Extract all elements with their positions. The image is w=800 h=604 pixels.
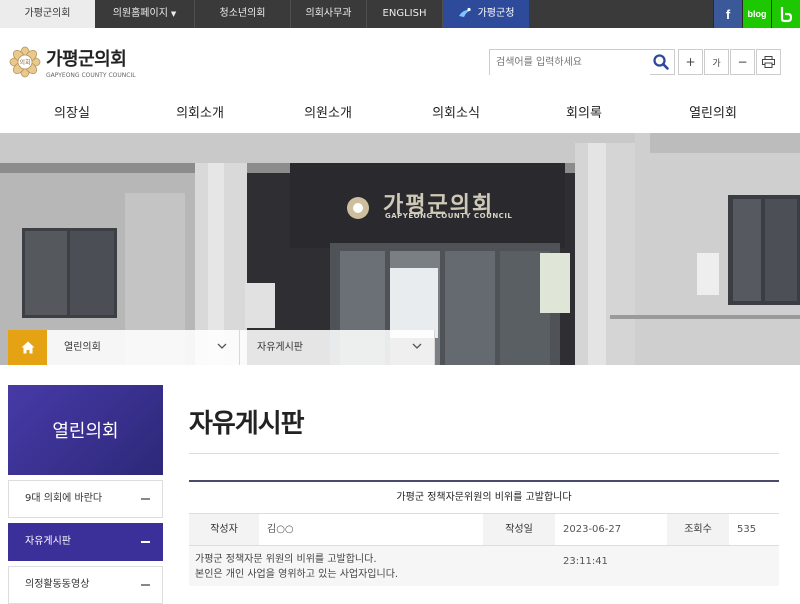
nav-minutes[interactable]: 회의록 xyxy=(566,102,602,121)
chevron-down-icon xyxy=(412,343,422,349)
print-button[interactable] xyxy=(756,49,781,75)
search-input[interactable] xyxy=(490,50,650,75)
text-tools: + 가 − xyxy=(677,49,781,75)
post-title: 가평군 정책자문위원의 비위를 고발합니다 xyxy=(189,480,779,514)
post-body-line: 가평군 정책자문 위원의 비위를 고발합니다. xyxy=(195,554,377,565)
tab-english[interactable]: ENGLISH xyxy=(367,0,443,28)
print-icon xyxy=(762,56,775,68)
breadcrumb-level1[interactable]: 열린의회 xyxy=(47,330,240,365)
home-icon xyxy=(21,341,34,354)
tab-member-homepage[interactable]: 의원홈페이지 ▼ xyxy=(95,0,195,28)
minus-icon xyxy=(141,584,150,586)
caret-down-icon: ▼ xyxy=(170,10,177,18)
logo-title: 가평군의회 xyxy=(46,49,127,70)
post-body-line: 본인은 개인 사업을 영위하고 있는 사업자입니다. xyxy=(195,569,399,580)
tab-county-office[interactable]: 가평군청 xyxy=(443,0,529,28)
main-content: 자유게시판 가평군 정책자문위원의 비위를 고발합니다 작성자 김○○ 작성일 … xyxy=(189,385,779,586)
top-bar: 가평군의회 의원홈페이지 ▼ 청소년의회 의회사무과 ENGLISH 가평군청 f… xyxy=(0,0,800,28)
sidebar-item-activity-video[interactable]: 의정활동동영상 xyxy=(8,566,163,604)
minus-icon xyxy=(141,498,150,500)
zoom-in-button[interactable]: + xyxy=(678,49,703,75)
breadcrumb: 열린의회 자유게시판 xyxy=(0,330,800,365)
search-icon[interactable] xyxy=(652,53,670,71)
sidebar-item-suggestions[interactable]: 9대 의회에 바란다 xyxy=(8,480,163,518)
header: 의회 가평군의회 GAPYEONG COUNTY COUNCIL + 가 − xyxy=(0,28,800,88)
font-reset-button[interactable]: 가 xyxy=(704,49,729,75)
sidebar-item-free-board[interactable]: 자유게시판 xyxy=(8,523,163,561)
band-icon[interactable] xyxy=(771,0,800,28)
breadcrumb-level2[interactable]: 자유게시판 xyxy=(240,330,435,365)
nav-council-intro[interactable]: 의회소개 xyxy=(176,102,224,121)
views-value: 535 xyxy=(737,524,757,535)
gapyeong-logo-icon xyxy=(458,7,471,17)
tab-youth-council[interactable]: 청소년의회 xyxy=(195,0,291,28)
blog-icon[interactable]: blog xyxy=(742,0,771,28)
sidebar: 열린의회 9대 의회에 바란다 자유게시판 의정활동동영상 xyxy=(8,385,163,604)
sidebar-title: 열린의회 xyxy=(8,385,163,475)
tab-council-home[interactable]: 가평군의회 xyxy=(0,0,95,28)
nav-member-intro[interactable]: 의원소개 xyxy=(304,102,352,121)
post-view: 가평군 정책자문위원의 비위를 고발합니다 작성자 김○○ 작성일 2023-0… xyxy=(189,480,779,586)
post-meta: 작성자 김○○ 작성일 2023-06-27 23:11:41 조회수 535 xyxy=(189,514,779,567)
zoom-out-button[interactable]: − xyxy=(730,49,755,75)
author-label: 작성자 xyxy=(189,514,259,545)
page-title: 자유게시판 xyxy=(189,409,305,439)
minus-icon xyxy=(141,541,150,543)
nav-chairman[interactable]: 의장실 xyxy=(54,102,90,121)
council-emblem-icon: 의회 xyxy=(9,46,41,78)
tab-council-office[interactable]: 의회사무과 xyxy=(291,0,367,28)
search-box xyxy=(489,49,675,75)
date-label: 작성일 xyxy=(483,514,555,545)
facebook-icon[interactable]: f xyxy=(713,0,742,28)
building-sign-en: GAPYEONG COUNTY COUNCIL xyxy=(385,212,513,220)
date-value: 2023-06-27 23:11:41 xyxy=(563,524,622,567)
nav-council-news[interactable]: 의회소식 xyxy=(432,102,480,121)
logo-subtitle: GAPYEONG COUNTY COUNCIL xyxy=(46,72,136,79)
home-button[interactable] xyxy=(8,330,47,365)
nav-open-council[interactable]: 열린의회 xyxy=(689,102,737,121)
author-value: 김○○ xyxy=(267,524,294,535)
site-logo[interactable]: 의회 가평군의회 GAPYEONG COUNTY COUNCIL xyxy=(8,45,136,79)
title-divider xyxy=(189,453,779,454)
main-navigation: 의장실 의회소개 의원소개 의회소식 회의록 열린의회 xyxy=(0,88,800,133)
chevron-down-icon xyxy=(217,343,227,349)
views-label: 조회수 xyxy=(667,514,729,545)
svg-text:의회: 의회 xyxy=(19,59,30,67)
post-body: 가평군 정책자문 위원의 비위를 고발합니다. 본인은 개인 사업을 영위하고 … xyxy=(189,546,779,586)
